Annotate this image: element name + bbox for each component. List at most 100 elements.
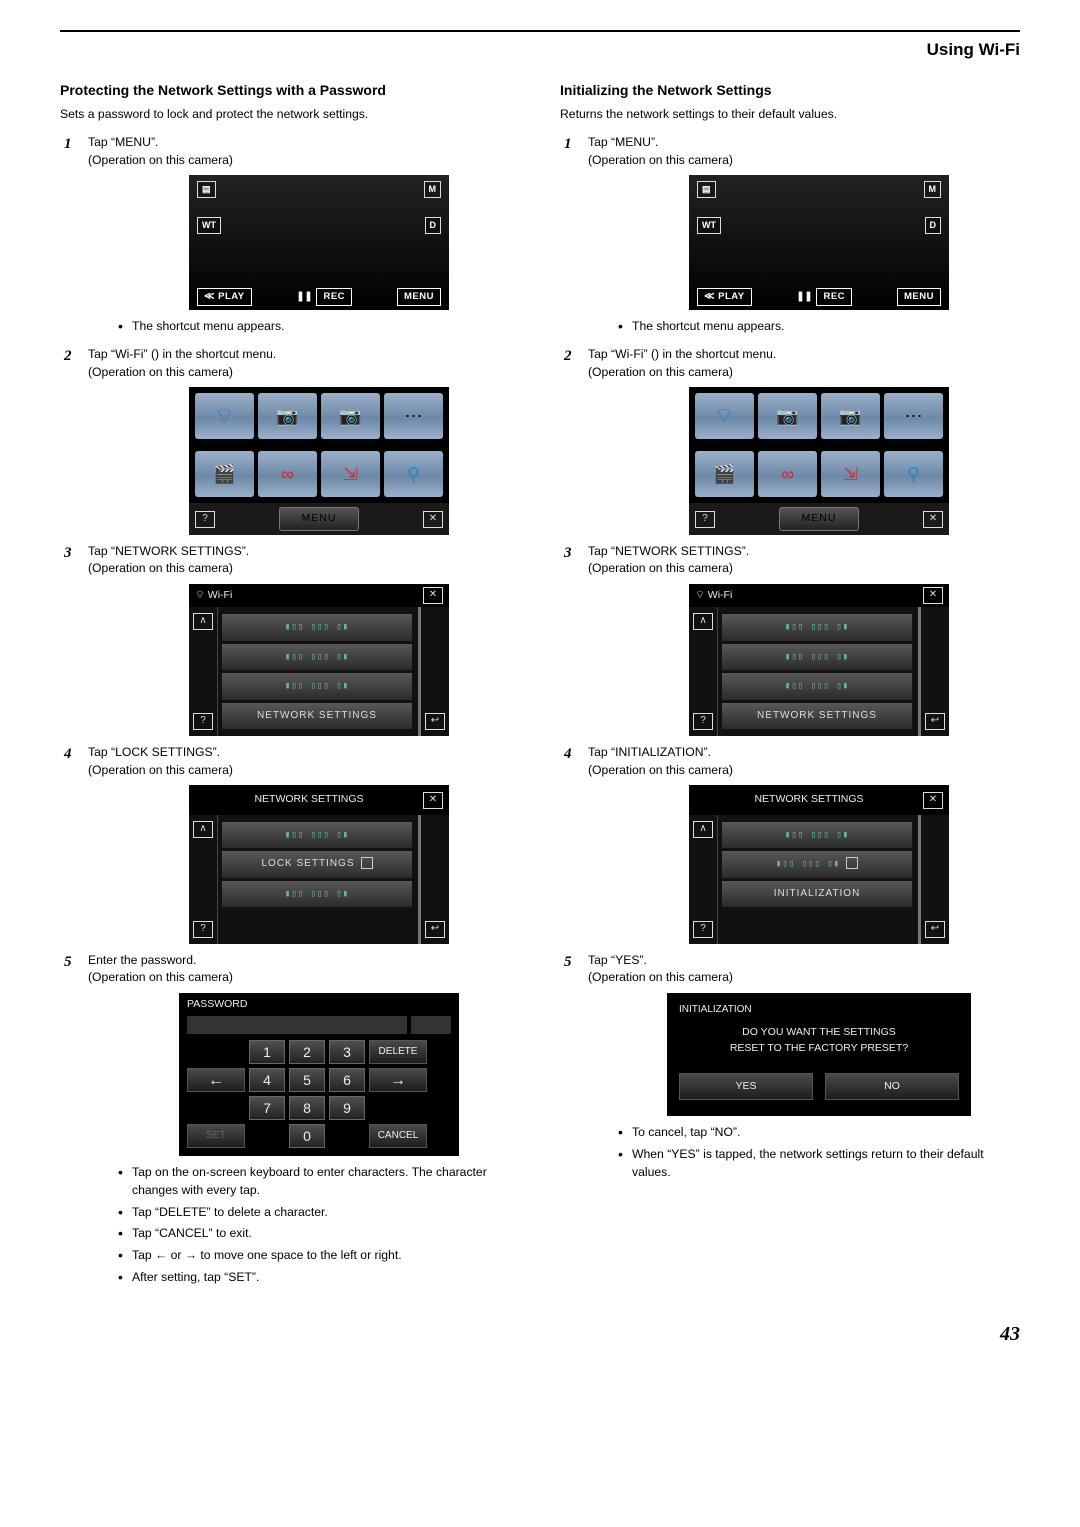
shortcut-icon[interactable]: 📷 [821, 393, 880, 439]
screen-title: NETWORK SETTINGS [195, 788, 423, 811]
step-text: Tap “MENU”. [88, 135, 158, 149]
close-icon[interactable]: ✕ [923, 792, 943, 809]
shortcut-icon[interactable]: 🎬 [695, 451, 754, 497]
thumb-icon[interactable]: ▤ [197, 181, 216, 198]
back-icon[interactable]: ↩ [425, 713, 445, 730]
wt-icon[interactable]: WT [197, 217, 221, 234]
play-button[interactable]: PLAY [197, 288, 252, 307]
list-item[interactable]: ▮▯▯ ▯▯▯ ▯▮ [222, 614, 412, 641]
close-icon[interactable]: ✕ [923, 511, 943, 528]
list-item[interactable]: ▮▯▯ ▯▯▯ ▯▮ [222, 822, 412, 849]
menu-button[interactable]: MENU [897, 288, 941, 306]
m-icon[interactable]: M [924, 181, 942, 198]
close-icon[interactable]: ✕ [423, 792, 443, 809]
list-item[interactable]: ▮▯▯ ▯▯▯ ▯▮ [722, 614, 912, 641]
right-arrow-button[interactable]: → [369, 1068, 427, 1092]
list-item[interactable]: ▮▯▯ ▯▯▯ ▯▮ [722, 822, 912, 849]
close-icon[interactable]: ✕ [423, 587, 443, 604]
up-icon[interactable]: ∧ [693, 821, 713, 838]
play-button[interactable]: PLAY [697, 288, 752, 307]
network-settings-screen: NETWORK SETTINGS ✕ ∧ ? ▮▯▯ ▯▯▯ ▯▮ [689, 785, 949, 943]
dialog-text-1: DO YOU WANT THE SETTINGS [742, 1026, 896, 1038]
shortcut-icon[interactable]: 🎬 [195, 451, 254, 497]
help-icon[interactable]: ? [693, 921, 713, 938]
up-icon[interactable]: ∧ [193, 613, 213, 630]
no-button[interactable]: NO [825, 1073, 959, 1100]
thumb-icon[interactable]: ▤ [697, 181, 716, 198]
up-icon[interactable]: ∧ [193, 821, 213, 838]
right-column: Initializing the Network Settings Return… [560, 80, 1020, 1296]
key-3[interactable]: 3 [329, 1040, 365, 1064]
yes-button[interactable]: YES [679, 1073, 813, 1100]
bullet: Tap ← or → to move one space to the left… [118, 1247, 520, 1265]
list-item[interactable]: ▮▯▯ ▯▯▯ ▯▮ [222, 644, 412, 671]
page-number: 43 [1000, 1323, 1020, 1346]
key-1[interactable]: 1 [249, 1040, 285, 1064]
close-icon[interactable]: ✕ [923, 587, 943, 604]
back-icon[interactable]: ↩ [925, 921, 945, 938]
help-icon[interactable]: ? [693, 713, 713, 730]
shortcut-icon[interactable]: 📷 [321, 393, 380, 439]
shortcut-icon[interactable]: 📷 [258, 393, 317, 439]
d-icon[interactable]: D [425, 217, 442, 234]
back-icon[interactable]: ↩ [925, 713, 945, 730]
delete-button[interactable]: DELETE [369, 1040, 427, 1064]
lock-settings-item[interactable]: LOCK SETTINGS [222, 851, 412, 878]
key-0[interactable]: 0 [289, 1124, 325, 1148]
rec-button[interactable]: ❚❚REC [297, 288, 352, 306]
wt-icon[interactable]: WT [697, 217, 721, 234]
key-9[interactable]: 9 [329, 1096, 365, 1120]
columns: Protecting the Network Settings with a P… [60, 80, 1020, 1296]
help-icon[interactable]: ? [695, 511, 715, 528]
shortcut-icon[interactable]: ⇲ [821, 451, 880, 497]
shortcut-icon[interactable]: ⇲ [321, 451, 380, 497]
list-item[interactable]: ▮▯▯ ▯▯▯ ▯▮ [722, 644, 912, 671]
menu-button[interactable]: MENU [397, 288, 441, 306]
shortcut-icon[interactable]: 📷 [758, 393, 817, 439]
menu-pill[interactable]: MENU [779, 507, 860, 530]
help-icon[interactable]: ? [193, 921, 213, 938]
bullet: The shortcut menu appears. [618, 318, 1020, 336]
key-2[interactable]: 2 [289, 1040, 325, 1064]
step-note: (Operation on this camera) [588, 763, 733, 777]
network-settings-item[interactable]: NETWORK SETTINGS [722, 703, 912, 730]
wifi-shortcut-icon[interactable]: ⌔ [195, 393, 254, 439]
initialization-item[interactable]: INITIALIZATION [722, 881, 912, 908]
key-6[interactable]: 6 [329, 1068, 365, 1092]
step-note: (Operation on this camera) [88, 153, 233, 167]
menu-pill[interactable]: MENU [279, 507, 360, 530]
list-item[interactable]: ▮▯▯ ▯▯▯ ▯▮ [222, 673, 412, 700]
key-7[interactable]: 7 [249, 1096, 285, 1120]
shortcut-icon[interactable]: ⋯ [884, 393, 943, 439]
rec-button[interactable]: ❚❚REC [797, 288, 852, 306]
list-item[interactable]: ▮▯▯ ▯▯▯ ▯▮ [722, 673, 912, 700]
password-field[interactable] [187, 1016, 407, 1034]
help-icon[interactable]: ? [193, 713, 213, 730]
close-icon[interactable]: ✕ [423, 511, 443, 528]
left-arrow-button[interactable]: ← [187, 1068, 245, 1092]
set-button[interactable]: SET [187, 1124, 245, 1148]
key-5[interactable]: 5 [289, 1068, 325, 1092]
left-sub: Sets a password to lock and protect the … [60, 106, 520, 124]
network-settings-item[interactable]: NETWORK SETTINGS [222, 703, 412, 730]
shortcut-icon[interactable]: ⋯ [384, 393, 443, 439]
list-item[interactable]: ▮▯▯ ▯▯▯ ▯▮ [222, 881, 412, 908]
shortcut-icon[interactable]: ∞ [258, 451, 317, 497]
back-icon[interactable]: ↩ [425, 921, 445, 938]
m-icon[interactable]: M [424, 181, 442, 198]
step-note: (Operation on this camera) [88, 763, 233, 777]
key-4[interactable]: 4 [249, 1068, 285, 1092]
shortcut-icon[interactable]: ⚲ [384, 451, 443, 497]
chapter-title: Using Wi-Fi [60, 40, 1020, 60]
shortcut-icon[interactable]: ⚲ [884, 451, 943, 497]
wifi-shortcut-icon[interactable]: ⌔ [695, 393, 754, 439]
help-icon[interactable]: ? [195, 511, 215, 528]
d-icon[interactable]: D [925, 217, 942, 234]
step-note: (Operation on this camera) [588, 153, 733, 167]
cancel-button[interactable]: CANCEL [369, 1124, 427, 1148]
key-8[interactable]: 8 [289, 1096, 325, 1120]
list-item[interactable]: ▮▯▯ ▯▯▯ ▯▮ [722, 851, 912, 878]
shortcut-icon[interactable]: ∞ [758, 451, 817, 497]
right-heading: Initializing the Network Settings [560, 80, 1020, 100]
up-icon[interactable]: ∧ [693, 613, 713, 630]
